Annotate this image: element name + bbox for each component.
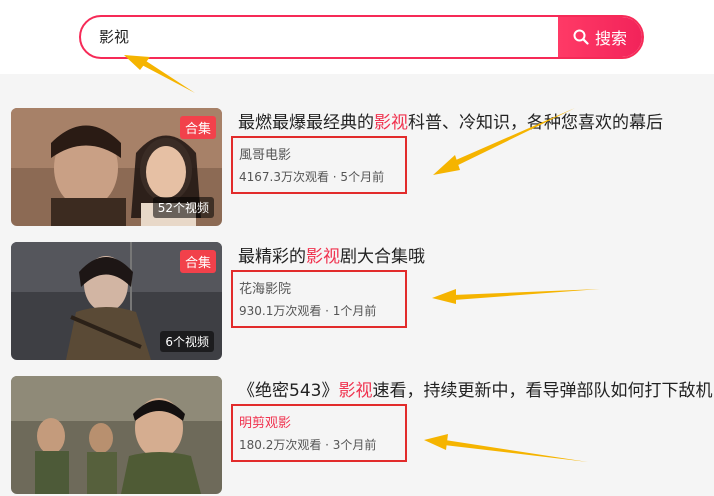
video-title[interactable]: 最燃最爆最经典的影视科普、冷知识，各种您喜欢的幕后 bbox=[238, 108, 663, 133]
video-count-badge: 52个视频 bbox=[152, 197, 214, 218]
video-thumbnail[interactable]: 合集 6个视频 bbox=[11, 242, 222, 360]
view-stats: 930.1万次观看 · 1个月前 bbox=[239, 304, 377, 318]
video-thumbnail[interactable]: 合集 52个视频 bbox=[11, 108, 222, 226]
search-button-label: 搜索 bbox=[594, 29, 627, 48]
author-name[interactable]: 風哥电影 bbox=[239, 144, 291, 163]
collection-badge: 合集 bbox=[179, 250, 216, 273]
video-thumbnail[interactable] bbox=[11, 376, 222, 494]
search-input[interactable]: 影视 bbox=[99, 17, 539, 57]
info-box: 花海影院 930.1万次观看 · 1个月前 bbox=[231, 270, 407, 328]
video-count-badge: 6个视频 bbox=[160, 331, 214, 352]
video-title[interactable]: 《绝密543》影视速看，持续更新中，看导弹部队如何打下敌机 bbox=[238, 376, 712, 401]
search-icon bbox=[573, 29, 589, 45]
info-box: 風哥电影 4167.3万次观看 · 5个月前 bbox=[231, 136, 407, 194]
search-button[interactable]: 搜索 bbox=[558, 17, 642, 57]
search-bar: 影视 搜索 bbox=[79, 15, 644, 59]
info-box: 明剪观影 180.2万次观看 · 3个月前 bbox=[231, 404, 407, 462]
author-name[interactable]: 花海影院 bbox=[239, 278, 291, 297]
list-item[interactable]: 《绝密543》影视速看，持续更新中，看导弹部队如何打下敌机 明剪观影 180.2… bbox=[0, 376, 714, 496]
thumbnail-image bbox=[11, 376, 222, 494]
collection-badge: 合集 bbox=[179, 116, 216, 139]
author-name[interactable]: 明剪观影 bbox=[239, 412, 291, 431]
search-header: 影视 搜索 bbox=[0, 0, 714, 74]
view-stats: 4167.3万次观看 · 5个月前 bbox=[239, 170, 385, 184]
view-stats: 180.2万次观看 · 3个月前 bbox=[239, 438, 377, 452]
list-item[interactable]: 合集 6个视频 最精彩的影视剧大合集哦 花海影院 930.1万次观看 · 1个月… bbox=[0, 242, 714, 362]
video-title[interactable]: 最精彩的影视剧大合集哦 bbox=[238, 242, 425, 267]
list-item[interactable]: 合集 52个视频 最燃最爆最经典的影视科普、冷知识，各种您喜欢的幕后 風哥电影 … bbox=[0, 108, 714, 228]
